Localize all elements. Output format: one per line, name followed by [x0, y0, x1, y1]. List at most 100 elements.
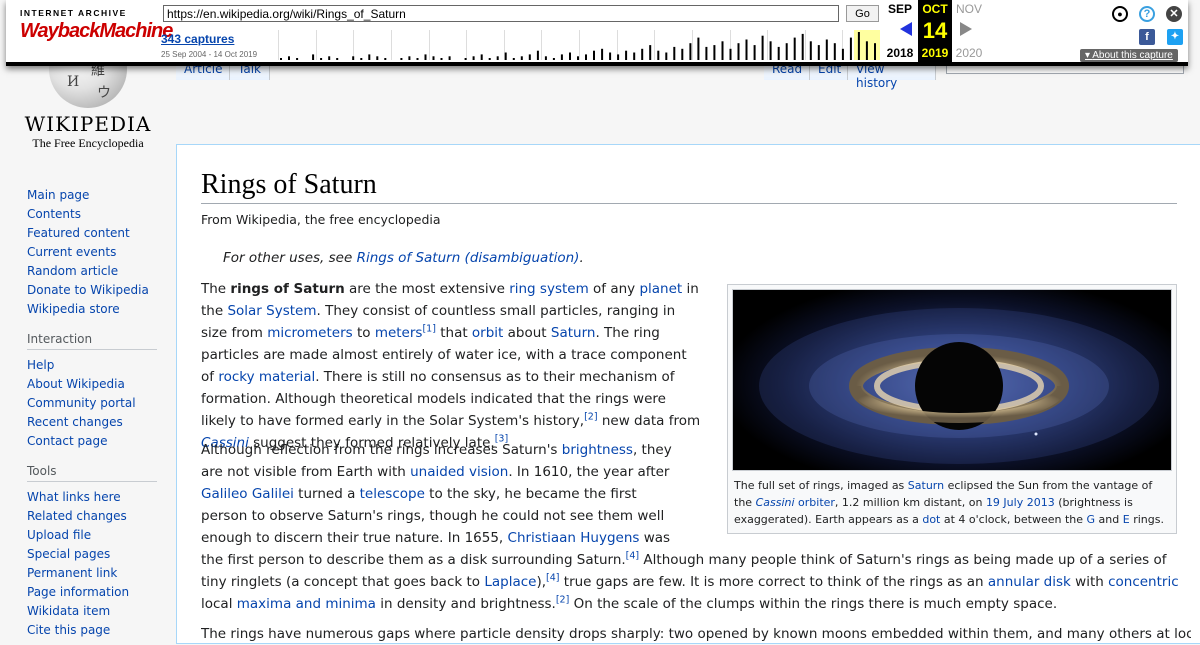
sidebar-item-about[interactable]: About Wikipedia: [27, 375, 157, 394]
paragraph-history: Although reflection from the rings incre…: [201, 439, 1191, 615]
user-icon[interactable]: ●: [1112, 6, 1128, 22]
twitter-icon[interactable]: ✦: [1167, 29, 1183, 45]
sparkline-bar: [496, 56, 499, 60]
disambiguation-link[interactable]: Rings of Saturn (disambiguation): [357, 250, 580, 266]
sidebar-item-what-links-here[interactable]: What links here: [27, 488, 157, 507]
wayback-go-button[interactable]: Go: [846, 5, 879, 22]
sparkline-bar: [480, 54, 483, 60]
para-text: The: [201, 281, 231, 297]
citation-link[interactable]: [1]: [422, 324, 435, 335]
sparkline-bar: [793, 37, 796, 60]
prev-capture-arrow-icon[interactable]: [900, 22, 912, 36]
sparkline-bar: [376, 56, 379, 60]
hatnote-suffix: .: [579, 250, 584, 266]
sparkline-bar: [328, 56, 331, 60]
interaction-heading: Interaction: [27, 332, 157, 350]
para-text: of any: [588, 281, 640, 297]
wayback-url-input[interactable]: [163, 5, 839, 22]
link-rocky-material[interactable]: rocky material: [218, 369, 315, 385]
link-saturn[interactable]: Saturn: [551, 325, 596, 341]
sparkline-bar: [320, 58, 323, 60]
sparkline-bar: [841, 48, 844, 60]
page-title: Rings of Saturn: [201, 169, 1177, 204]
wayback-captures-link[interactable]: 343 captures: [161, 32, 234, 46]
sidebar-item-recent-changes[interactable]: Recent changes: [27, 413, 157, 432]
sparkline-bar: [809, 41, 812, 60]
sparkline-bar: [617, 54, 620, 60]
citation-link[interactable]: [4]: [546, 573, 559, 584]
help-icon[interactable]: ?: [1139, 6, 1155, 22]
link-solar-system[interactable]: Solar System: [227, 303, 316, 319]
para-text: turned a: [293, 486, 360, 502]
sidebar-item-special-pages[interactable]: Special pages: [27, 545, 157, 564]
sparkline-bar: [689, 43, 692, 60]
sparkline-bar: [713, 45, 716, 60]
link-maxima-minima[interactable]: maxima and minima: [237, 596, 376, 612]
sparkline-bar: [697, 37, 700, 60]
sidebar-item-page-information[interactable]: Page information: [27, 583, 157, 602]
link-planet[interactable]: planet: [639, 281, 682, 297]
wayback-toolbar: INTERNET ARCHIVE WaybackMachine Go 343 c…: [6, 0, 1188, 66]
about-capture-button[interactable]: ▾ About this capture: [1080, 49, 1178, 62]
sidebar-tools: What links here Related changes Upload f…: [27, 488, 157, 640]
next-month-label: NOV: [955, 2, 982, 16]
wayback-capture-sparkline[interactable]: [278, 30, 880, 60]
link-brightness[interactable]: brightness: [562, 442, 633, 458]
sidebar-item-contact[interactable]: Contact page: [27, 432, 157, 451]
sparkline-bar: [625, 50, 628, 60]
sparkline-bar: [296, 58, 299, 60]
sparkline-bar: [536, 50, 539, 60]
facebook-icon[interactable]: f: [1139, 29, 1155, 45]
sparkline-bar: [552, 58, 555, 60]
article-content: Rings of Saturn From Wikipedia, the free…: [176, 144, 1200, 644]
sidebar-item-related-changes[interactable]: Related changes: [27, 507, 157, 526]
sparkline-bar: [737, 43, 740, 60]
link-ring-system[interactable]: ring system: [509, 281, 589, 297]
link-orbit[interactable]: orbit: [472, 325, 503, 341]
wayback-date-range: 25 Sep 2004 - 14 Oct 2019: [161, 50, 258, 59]
wikipedia-tagline: The Free Encyclopedia: [32, 136, 144, 150]
sidebar-item-help[interactable]: Help: [27, 356, 157, 375]
paragraph-intro: The rings of Saturn are the most extensi…: [201, 278, 701, 454]
sparkline-bar: [649, 45, 652, 60]
sidebar-navigation: Main page Contents Featured content Curr…: [27, 186, 157, 319]
link-meters[interactable]: meters: [375, 325, 423, 341]
sidebar-item-donate[interactable]: Donate to Wikipedia: [27, 281, 157, 300]
sidebar-item-current-events[interactable]: Current events: [27, 243, 157, 262]
sidebar-item-cite-this-page[interactable]: Cite this page: [27, 621, 157, 640]
sparkline-bar: [528, 54, 531, 60]
link-concentric[interactable]: concentric: [1108, 574, 1179, 590]
sidebar-item-upload-file[interactable]: Upload file: [27, 526, 157, 545]
sparkline-bar: [785, 43, 788, 60]
link-micrometers[interactable]: micrometers: [267, 325, 352, 341]
sidebar-item-featured-content[interactable]: Featured content: [27, 224, 157, 243]
sparkline-bar: [416, 58, 419, 60]
sidebar-item-random-article[interactable]: Random article: [27, 262, 157, 281]
sidebar-item-community-portal[interactable]: Community portal: [27, 394, 157, 413]
link-laplace[interactable]: Laplace: [484, 574, 536, 590]
para-text: in density and brightness.: [375, 596, 556, 612]
sidebar-item-main-page[interactable]: Main page: [27, 186, 157, 205]
sidebar-item-contents[interactable]: Contents: [27, 205, 157, 224]
link-galileo[interactable]: Galileo Galilei: [201, 486, 294, 502]
link-annular-disk[interactable]: annular disk: [988, 574, 1071, 590]
close-icon[interactable]: ✕: [1166, 6, 1182, 22]
sidebar-item-store[interactable]: Wikipedia store: [27, 300, 157, 319]
hatnote-text: For other uses, see: [223, 250, 357, 266]
prev-year-label: 2018: [886, 46, 914, 60]
sparkline-bar: [488, 58, 491, 60]
citation-link[interactable]: [4]: [626, 551, 639, 562]
sidebar: Main page Contents Featured content Curr…: [27, 186, 157, 640]
citation-link[interactable]: [2]: [584, 412, 597, 423]
link-telescope[interactable]: telescope: [360, 486, 425, 502]
sidebar-item-permanent-link[interactable]: Permanent link: [27, 564, 157, 583]
link-huygens[interactable]: Christiaan Huygens: [508, 530, 640, 546]
para-text: with: [1070, 574, 1109, 590]
citation-link[interactable]: [2]: [556, 595, 569, 606]
para-text: to: [352, 325, 375, 341]
sparkline-bar: [336, 58, 339, 60]
wayback-logo[interactable]: INTERNET ARCHIVE WaybackMachine: [20, 8, 173, 54]
sparkline-bar: [657, 50, 660, 60]
sidebar-item-wikidata-item[interactable]: Wikidata item: [27, 602, 157, 621]
link-unaided-vision[interactable]: unaided vision: [410, 464, 508, 480]
